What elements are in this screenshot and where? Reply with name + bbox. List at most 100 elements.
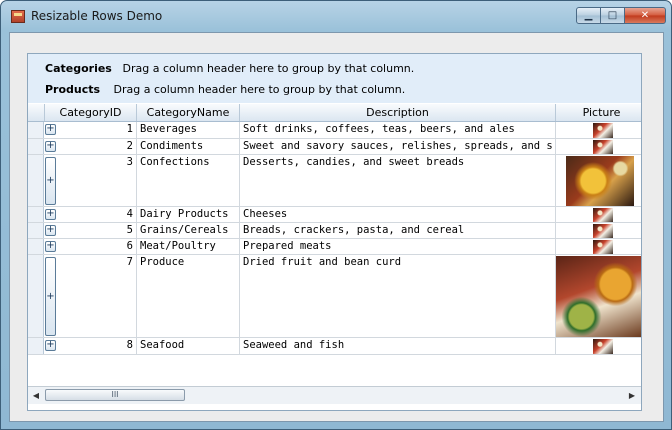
cell-categoryid[interactable]: 8 (58, 339, 133, 351)
app-icon[interactable] (11, 10, 25, 23)
client-area: Categories Drag a column header here to … (9, 32, 664, 422)
column-divider (239, 207, 240, 222)
horizontal-scrollbar[interactable]: ◀ III ▶ (28, 386, 641, 404)
cell-picture[interactable] (593, 224, 613, 238)
minimize-button[interactable]: ▁ (576, 7, 601, 24)
cell-description[interactable]: Seaweed and fish (243, 339, 553, 351)
column-divider (239, 239, 240, 254)
table-row[interactable]: + 5 Grains/Cereals Breads, crackers, pas… (28, 223, 641, 239)
column-divider (239, 155, 240, 206)
column-divider (136, 255, 137, 337)
cell-description[interactable]: Dried fruit and bean curd (243, 256, 553, 268)
table-row[interactable]: + 1 Beverages Soft drinks, coffees, teas… (28, 122, 641, 139)
cell-categoryname[interactable]: Grains/Cereals (140, 224, 238, 236)
cell-categoryname[interactable]: Confections (140, 156, 238, 168)
cell-categoryname[interactable]: Produce (140, 256, 238, 268)
column-divider (555, 223, 556, 238)
cell-categoryname[interactable]: Dairy Products (140, 208, 238, 220)
group-by-hint: Drag a column header here to group by th… (113, 83, 406, 96)
maximize-button[interactable]: □ (600, 7, 625, 24)
cell-description[interactable]: Soft drinks, coffees, teas, beers, and a… (243, 123, 553, 135)
column-divider (239, 122, 240, 138)
column-divider (136, 122, 137, 138)
column-divider (239, 255, 240, 337)
group-by-hint: Drag a column header here to group by th… (122, 62, 415, 75)
scroll-right-arrow-icon[interactable]: ▶ (625, 387, 639, 404)
cell-description[interactable]: Desserts, candies, and sweet breads (243, 156, 553, 168)
cell-categoryid[interactable]: 2 (58, 140, 133, 152)
title-bar[interactable]: Resizable Rows Demo ▁ □ ✕ (1, 1, 671, 31)
expand-row-button[interactable]: + (45, 209, 56, 220)
cell-picture[interactable] (593, 140, 613, 154)
column-header-description[interactable]: Description (240, 104, 556, 121)
cell-picture[interactable] (566, 156, 634, 206)
window-title: Resizable Rows Demo (31, 9, 163, 23)
expand-row-button[interactable]: + (45, 141, 56, 152)
cell-description[interactable]: Breads, crackers, pasta, and cereal (243, 224, 553, 236)
grid-rows: + 1 Beverages Soft drinks, coffees, teas… (28, 122, 641, 386)
cell-description[interactable]: Sweet and savory sauces, relishes, sprea… (243, 140, 553, 152)
row-selector[interactable] (28, 223, 44, 238)
column-divider (555, 139, 556, 154)
cell-categoryid[interactable]: 5 (58, 224, 133, 236)
expand-row-button[interactable]: + (45, 340, 56, 351)
cell-categoryname[interactable]: Meat/Poultry (140, 240, 238, 252)
group-by-area[interactable]: Categories Drag a column header here to … (28, 54, 641, 103)
cell-categoryid[interactable]: 7 (58, 256, 133, 268)
column-divider (239, 223, 240, 238)
expand-row-button[interactable]: + (45, 157, 56, 205)
expand-row-button[interactable]: + (45, 241, 56, 252)
table-row[interactable]: + 2 Condiments Sweet and savory sauces, … (28, 139, 641, 155)
cell-categoryid[interactable]: 6 (58, 240, 133, 252)
row-selector[interactable] (28, 155, 44, 206)
cell-picture[interactable] (556, 256, 641, 337)
scrollbar-thumb[interactable]: III (45, 389, 185, 401)
column-divider (555, 255, 556, 337)
column-divider (136, 338, 137, 354)
column-divider (136, 223, 137, 238)
table-row[interactable]: + 6 Meat/Poultry Prepared meats (28, 239, 641, 255)
group-by-row-categories[interactable]: Categories Drag a column header here to … (45, 62, 414, 75)
column-divider (555, 338, 556, 354)
cell-categoryname[interactable]: Seafood (140, 339, 238, 351)
cell-picture[interactable] (593, 240, 613, 254)
expand-row-button[interactable]: + (45, 225, 56, 236)
table-row[interactable]: + 7 Produce Dried fruit and bean curd (28, 255, 641, 338)
table-row[interactable]: + 8 Seafood Seaweed and fish (28, 338, 641, 355)
scroll-left-arrow-icon[interactable]: ◀ (29, 387, 43, 404)
cell-picture[interactable] (593, 339, 613, 354)
column-divider (239, 338, 240, 354)
cell-categoryname[interactable]: Condiments (140, 140, 238, 152)
row-selector[interactable] (28, 122, 44, 138)
group-band-label: Categories (45, 62, 112, 75)
expand-row-button[interactable]: + (45, 124, 56, 135)
column-divider (239, 139, 240, 154)
table-row[interactable]: + 4 Dairy Products Cheeses (28, 207, 641, 223)
cell-categoryname[interactable]: Beverages (140, 123, 238, 135)
column-divider (136, 207, 137, 222)
cell-categoryid[interactable]: 3 (58, 156, 133, 168)
cell-description[interactable]: Prepared meats (243, 240, 553, 252)
row-selector[interactable] (28, 338, 44, 354)
group-by-row-products[interactable]: Products Drag a column header here to gr… (45, 83, 405, 96)
row-selector[interactable] (28, 239, 44, 254)
cell-categoryid[interactable]: 1 (58, 123, 133, 135)
close-button[interactable]: ✕ (624, 7, 666, 24)
column-header-categoryid[interactable]: CategoryID (45, 104, 137, 121)
column-header-picture[interactable]: Picture (556, 104, 641, 121)
column-header-row: CategoryID CategoryName Description Pict… (28, 104, 641, 122)
column-divider (555, 239, 556, 254)
row-selector[interactable] (28, 255, 44, 337)
expand-row-button[interactable]: + (45, 257, 56, 336)
application-window: Resizable Rows Demo ▁ □ ✕ Categories Dra… (0, 0, 672, 430)
data-grid[interactable]: Categories Drag a column header here to … (27, 53, 642, 411)
cell-categoryid[interactable]: 4 (58, 208, 133, 220)
cell-description[interactable]: Cheeses (243, 208, 553, 220)
table-row[interactable]: + 3 Confections Desserts, candies, and s… (28, 155, 641, 207)
column-header-categoryname[interactable]: CategoryName (137, 104, 240, 121)
column-divider (555, 155, 556, 206)
row-selector[interactable] (28, 207, 44, 222)
cell-picture[interactable] (593, 123, 613, 138)
row-selector[interactable] (28, 139, 44, 154)
cell-picture[interactable] (593, 208, 613, 222)
